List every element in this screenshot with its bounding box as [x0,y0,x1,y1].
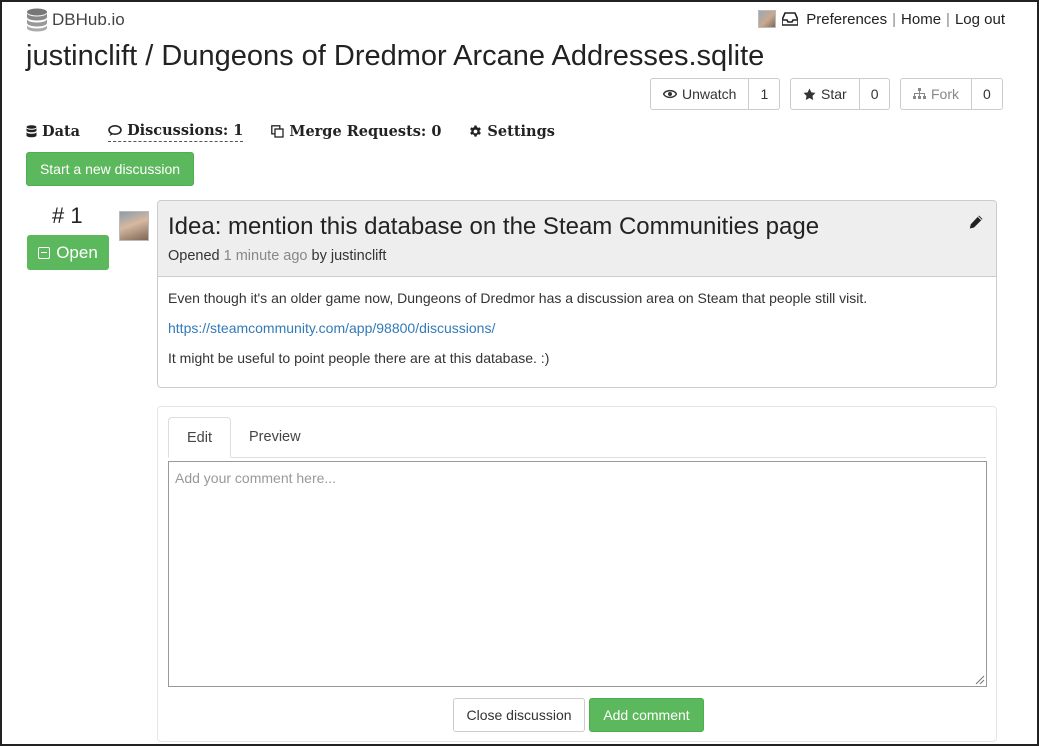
tab-preview[interactable]: Preview [231,417,319,457]
brand[interactable]: DBHub.io [26,8,125,32]
comment-panel: Edit Preview Close discussion Add commen… [157,406,997,742]
copy-icon [271,124,285,138]
gear-icon [470,125,482,137]
page-title: justinclift / Dungeons of Dredmor Arcane… [26,40,765,72]
fork-label: Fork [931,86,959,102]
unwatch-label: Unwatch [682,86,737,102]
comment-icon [108,124,122,136]
discussion-title: Idea: mention this database on the Steam… [168,213,820,240]
tab-merge-requests-label: Merge Requests: 0 [289,122,442,140]
tab-data[interactable]: Data [26,122,80,142]
preferences-link[interactable]: Preferences [806,11,887,28]
tab-data-label: Data [42,122,81,140]
discussion-panel: Idea: mention this database on the Steam… [157,200,997,388]
inbox-icon[interactable] [782,12,799,26]
star-group: Star 0 [790,78,891,110]
status-label: Open [56,242,98,262]
tab-discussions-label: Discussions: 1 [127,122,244,139]
status-badge: Open [27,235,109,270]
database-icon [27,8,47,32]
tab-merge-requests[interactable]: Merge Requests: 0 [271,122,441,142]
tab-settings-label: Settings [487,122,555,140]
fork-button[interactable]: Fork [900,78,972,110]
start-new-discussion-button[interactable]: Start a new discussion [26,152,194,186]
add-comment-button[interactable]: Add comment [589,698,704,732]
pencil-icon[interactable] [968,214,984,230]
star-count[interactable]: 0 [859,78,891,110]
tab-discussions[interactable]: Discussions: 1 [108,122,244,142]
eye-icon [663,89,677,99]
discussion-body: Even though it's an older game now, Dung… [158,277,996,387]
fork-group: Fork 0 [900,78,1003,110]
database-icon [26,124,37,137]
opened-time: 1 minute ago [223,248,308,264]
minus-square-icon [38,246,51,259]
tab-edit[interactable]: Edit [168,417,231,458]
star-label: Star [821,86,847,102]
discussion-header: Idea: mention this database on the Steam… [158,201,996,277]
home-link[interactable]: Home [901,11,941,28]
brand-name: DBHub.io [52,10,125,29]
watch-group: Unwatch 1 [650,78,781,110]
nav-separator: | [892,10,897,28]
close-discussion-button[interactable]: Close discussion [453,698,585,732]
nav-separator: | [946,10,950,28]
logout-link[interactable]: Log out [955,11,1005,28]
star-button[interactable]: Star [790,78,860,110]
star-icon [803,88,816,100]
comment-tabs: Edit Preview [168,417,986,458]
opened-by: by justinclift [311,248,387,264]
repo-tabs: Data Discussions: 1 Merge Requests: 0 Se… [26,122,555,142]
author-avatar [119,211,149,241]
fork-icon [913,88,926,99]
discussion-meta: Opened 1 minute ago by justinclift [168,248,986,264]
comment-input[interactable] [168,461,987,687]
watch-count[interactable]: 1 [749,78,781,110]
user-avatar[interactable] [758,10,777,28]
tab-settings[interactable]: Settings [469,122,555,142]
resize-handle-icon[interactable] [973,673,985,685]
fork-count[interactable]: 0 [972,78,1003,110]
discussion-number: # 1 [52,203,83,228]
steam-link[interactable]: https://steamcommunity.com/app/98800/dis… [168,320,495,336]
body-text: It might be useful to point people there… [168,350,550,366]
top-nav: Preferences | Home | Log out [758,10,1005,28]
top-bar: DBHub.io Preferences | Home | Log out [26,8,1005,34]
opened-prefix: Opened [168,248,220,264]
body-text: Even though it's an older game now, Dung… [168,290,868,306]
unwatch-button[interactable]: Unwatch [650,78,750,110]
